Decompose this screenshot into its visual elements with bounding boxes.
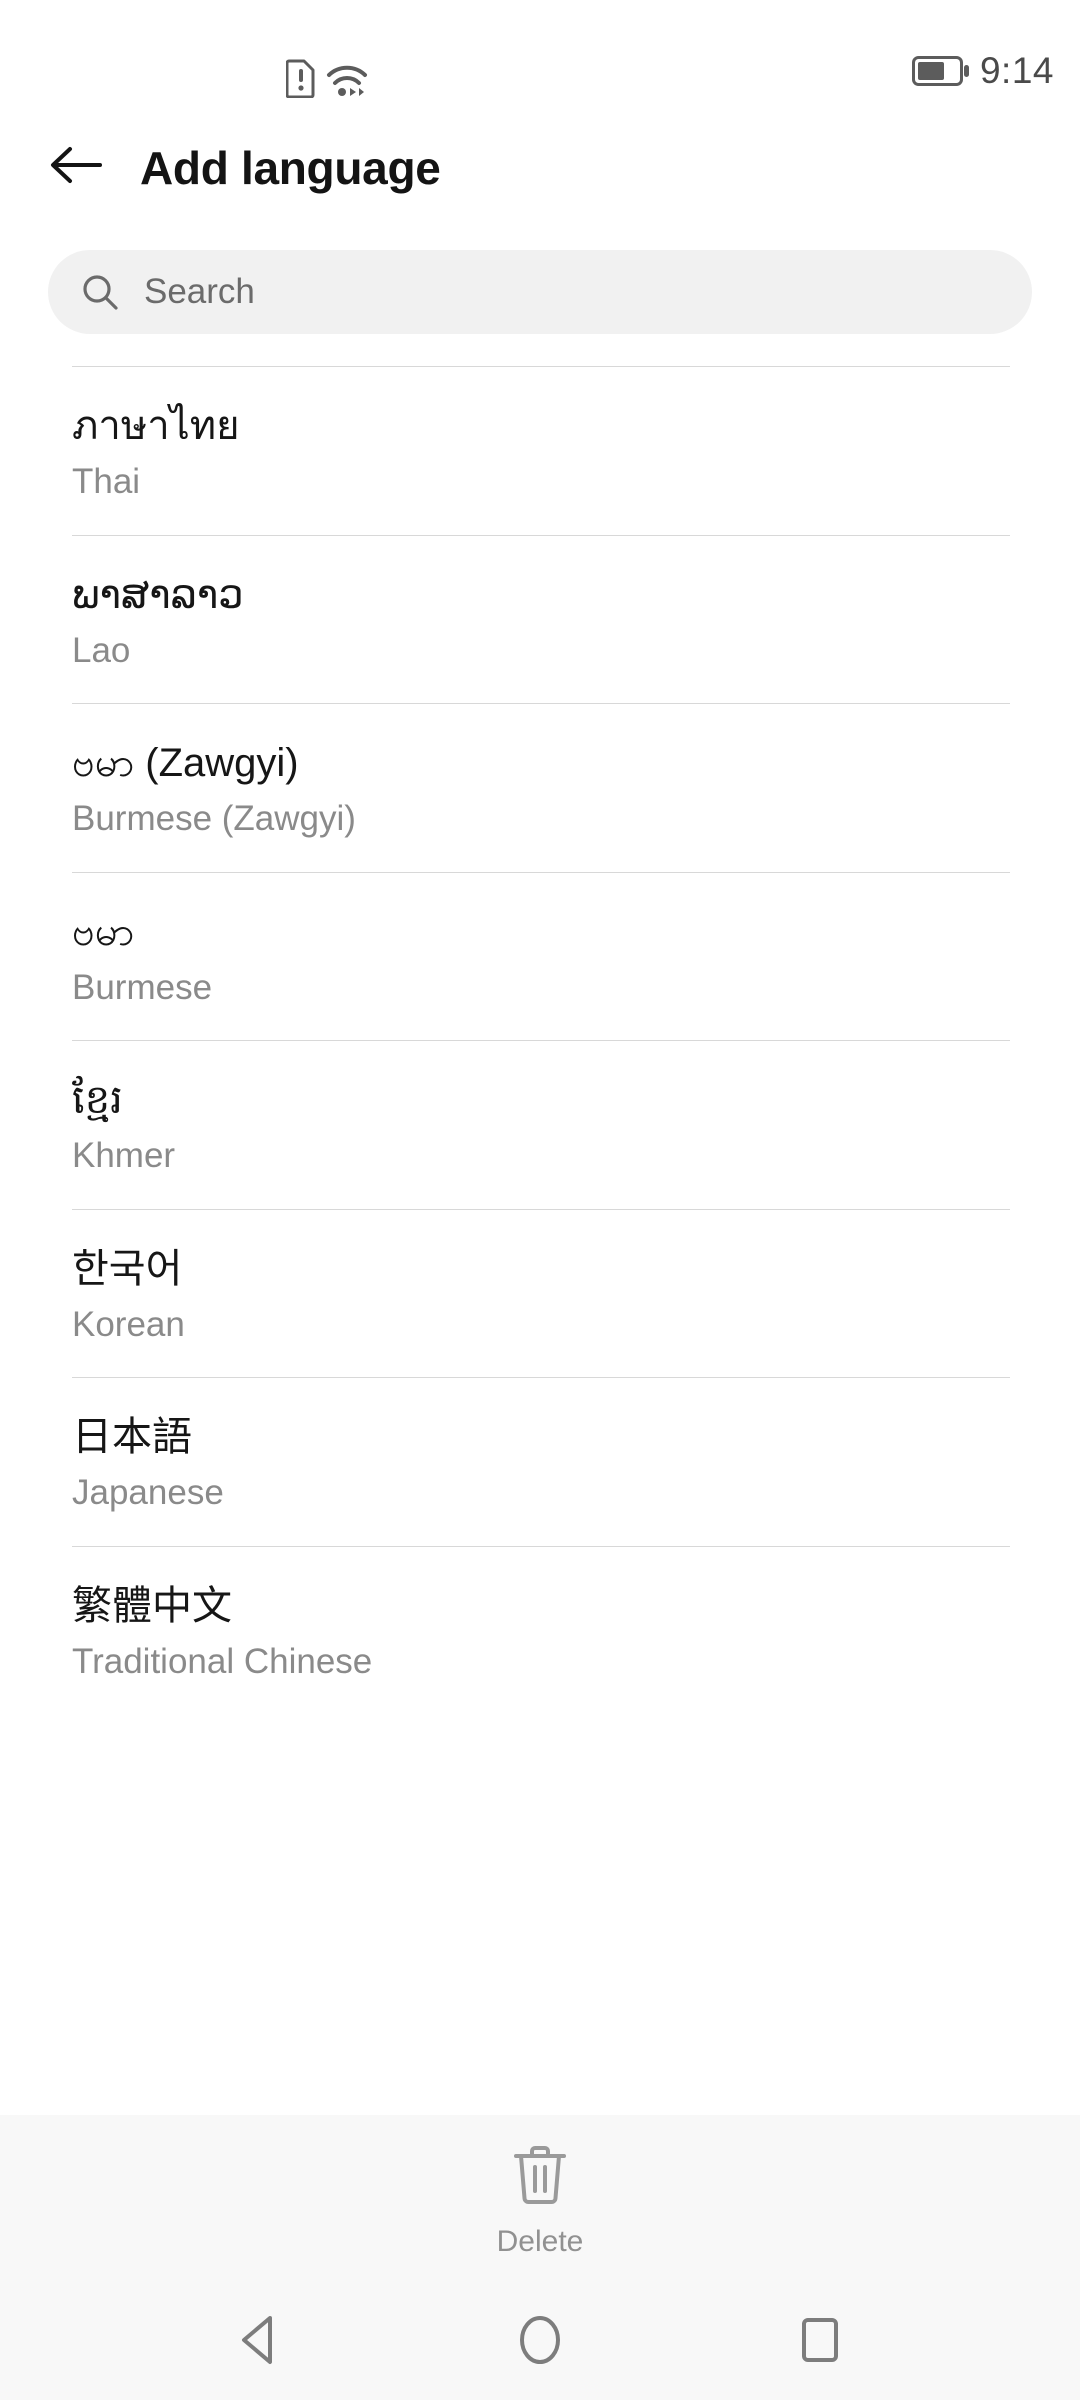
- search-icon: [80, 272, 120, 312]
- trash-icon: [510, 2142, 570, 2213]
- sim-card-alert-icon: [286, 58, 316, 98]
- status-bar: 9:14: [0, 0, 1080, 110]
- language-english-name: Burmese: [72, 967, 213, 1007]
- status-bar-clock: 9:14: [979, 50, 1054, 91]
- search-placeholder: Search: [144, 272, 255, 311]
- list-item[interactable]: ဗမာ Burmese: [0, 873, 1080, 1041]
- language-english-name: Thai: [72, 462, 141, 501]
- language-english-name: Lao: [72, 630, 131, 670]
- bottom-action-bar: Delete: [0, 2115, 1080, 2285]
- list-item[interactable]: 日本語 Japanese: [0, 1378, 1080, 1546]
- search-input[interactable]: Search: [48, 250, 1032, 334]
- list-item[interactable]: ພາສາລາວ Lao: [0, 536, 1080, 704]
- search-section: Search: [0, 225, 1080, 334]
- back-arrow-icon: [48, 143, 104, 192]
- list-item[interactable]: 繁體中文 Traditional Chinese: [0, 1547, 1080, 1715]
- language-english-name: Korean: [72, 1304, 185, 1344]
- language-native-name: ဗမာ: [72, 909, 135, 954]
- language-native-name: ខ្មែរ: [72, 1078, 123, 1122]
- list-item[interactable]: ខ្មែរ Khmer: [0, 1041, 1080, 1209]
- language-english-name: Burmese (Zawgyi): [72, 799, 356, 838]
- wifi-icon: [326, 64, 368, 98]
- nav-back-button[interactable]: [205, 2288, 315, 2398]
- nav-back-triangle-icon: [236, 2313, 284, 2372]
- language-english-name: Khmer: [72, 1136, 176, 1175]
- nav-recents-button[interactable]: [765, 2288, 875, 2398]
- delete-button[interactable]: Delete: [496, 2142, 584, 2259]
- language-native-name: ພາສາລາວ: [72, 572, 244, 617]
- page-title: Add language: [140, 141, 441, 194]
- language-native-name: ဗမာ (Zawgyi): [72, 741, 299, 785]
- nav-home-button[interactable]: [485, 2288, 595, 2398]
- delete-button-label: Delete: [496, 2224, 584, 2258]
- language-native-name: 繁體中文: [72, 1583, 232, 1628]
- status-bar-left-icons: [286, 58, 368, 98]
- language-native-name: 日本語: [72, 1415, 192, 1459]
- language-english-name: Traditional Chinese: [72, 1641, 373, 1681]
- status-bar-right-icons: 9:14: [911, 50, 1054, 91]
- battery-icon: [911, 55, 970, 87]
- app-header: Add language: [0, 110, 1080, 225]
- language-english-name: Japanese: [72, 1473, 224, 1512]
- nav-recents-square-icon: [797, 2312, 843, 2373]
- language-native-name: ภาษาไทย: [72, 404, 240, 448]
- language-native-name: 한국어: [72, 1246, 183, 1291]
- android-navigation-bar: [0, 2285, 1080, 2400]
- back-button[interactable]: [48, 137, 110, 199]
- list-item[interactable]: ဗမာ (Zawgyi) Burmese (Zawgyi): [0, 704, 1080, 872]
- language-list: ภาษาไทย Thai ພາສາລາວ Lao ဗမာ (Zawgyi) Bu…: [0, 366, 1080, 1714]
- nav-home-circle-icon: [515, 2312, 565, 2373]
- list-item[interactable]: ภาษาไทย Thai: [0, 367, 1080, 535]
- list-item[interactable]: 한국어 Korean: [0, 1210, 1080, 1378]
